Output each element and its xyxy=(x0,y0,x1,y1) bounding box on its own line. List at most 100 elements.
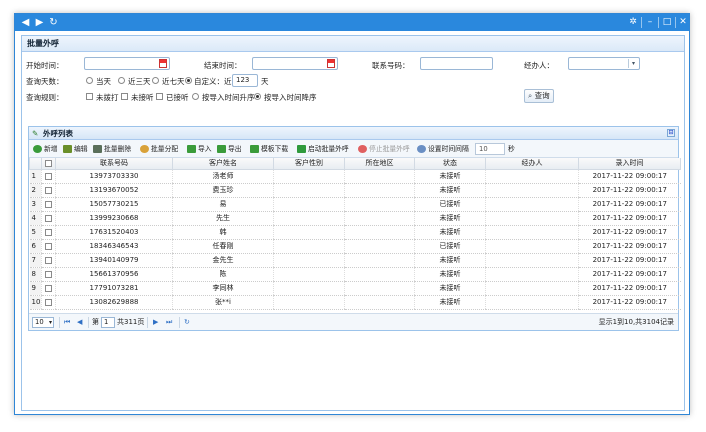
calendar-icon[interactable] xyxy=(327,59,335,68)
days-radio-custom[interactable] xyxy=(185,77,192,84)
cell-phone: 17631520403 xyxy=(55,225,173,240)
row-checkbox[interactable] xyxy=(45,186,52,194)
template-download-button[interactable]: 模板下载 xyxy=(249,142,288,156)
table-row[interactable]: 1 13973703330 汤老师 未接听 2017-11-22 09:00:17 xyxy=(29,169,681,184)
phone-input[interactable] xyxy=(420,57,493,70)
cell-agent xyxy=(485,253,579,268)
column-header[interactable]: 录入时间 xyxy=(578,158,681,170)
select-all-checkbox[interactable] xyxy=(45,159,52,167)
table-row[interactable]: 4 13999230668 先生 未接听 2017-11-22 09:00:17 xyxy=(29,211,681,226)
column-header[interactable]: 状态 xyxy=(414,158,486,170)
days-radio-today[interactable] xyxy=(86,77,93,84)
first-page-icon[interactable]: ⏮ xyxy=(64,318,70,327)
refresh-icon[interactable]: ↻ xyxy=(47,16,60,29)
calendar-icon[interactable] xyxy=(159,59,167,68)
cell-phone: 15661370956 xyxy=(55,267,173,282)
export-button[interactable]: 导出 xyxy=(216,142,242,156)
row-checkbox[interactable] xyxy=(45,228,52,236)
select-all-cell xyxy=(41,158,56,170)
days-option-label: 近三天 xyxy=(128,77,151,86)
prev-page-icon[interactable]: ◀ xyxy=(77,318,82,327)
export-icon xyxy=(217,145,226,153)
row-checkbox[interactable] xyxy=(45,214,52,222)
table-row[interactable]: 2 13193670052 费玉珍 未接听 2017-11-22 09:00:17 xyxy=(29,183,681,198)
cell-time: 2017-11-22 09:00:17 xyxy=(578,225,681,240)
forward-icon[interactable]: ▶ xyxy=(33,16,46,29)
row-checkbox[interactable] xyxy=(45,270,52,278)
days-radio-3[interactable] xyxy=(118,77,125,84)
cell-phone: 13193670052 xyxy=(55,183,173,198)
edit-button[interactable]: 编辑 xyxy=(62,142,88,156)
row-checkbox[interactable] xyxy=(45,256,52,264)
row-number: 1 xyxy=(29,169,42,184)
column-header[interactable]: 客户性别 xyxy=(273,158,345,170)
edit-icon xyxy=(63,145,72,153)
settings-icon[interactable]: ✲ xyxy=(627,16,639,29)
minimize-icon[interactable]: – xyxy=(644,16,656,29)
next-page-icon[interactable]: ▶ xyxy=(153,318,158,327)
page-number-input[interactable]: 1 xyxy=(101,317,115,328)
days-unit: 天 xyxy=(261,77,269,86)
order-radio-desc[interactable] xyxy=(254,93,261,100)
batch-assign-button[interactable]: 批量分配 xyxy=(139,142,178,156)
maximize-icon[interactable]: □ xyxy=(661,16,673,29)
rule-check-answered[interactable] xyxy=(156,93,163,100)
start-time-input[interactable] xyxy=(84,57,170,70)
rule-check-not-dialed[interactable] xyxy=(86,93,93,100)
query-form: 开始时间： 结束时间： 联系号码： 经办人： ▾ 查询天数： 当天 近三天 近七… xyxy=(22,52,684,122)
cell-status: 未接听 xyxy=(414,225,486,240)
set-interval-button[interactable]: 设置时间间隔 xyxy=(416,142,469,156)
table-row[interactable]: 5 17631520403 韩 未接听 2017-11-22 09:00:17 xyxy=(29,225,681,240)
column-header[interactable]: 联系号码 xyxy=(55,158,173,170)
rule-check-not-answered[interactable] xyxy=(121,93,128,100)
column-header[interactable]: 客户姓名 xyxy=(172,158,274,170)
cell-time: 2017-11-22 09:00:17 xyxy=(578,239,681,254)
query-button[interactable]: ⌕ 查询 xyxy=(524,89,554,103)
app-window: ◀ ▶ ↻ ✲ – □ ✕ 批量外呼 开始时间： 结束时间： 联系号码： 经办人… xyxy=(14,13,690,415)
column-header[interactable]: 经办人 xyxy=(485,158,579,170)
table-row[interactable]: 6 18346346543 任春刚 已接听 2017-11-22 09:00:17 xyxy=(29,239,681,254)
back-icon[interactable]: ◀ xyxy=(19,16,32,29)
row-checkbox[interactable] xyxy=(45,242,52,250)
row-number: 6 xyxy=(29,239,42,254)
custom-days-input[interactable]: 123 xyxy=(232,74,258,87)
stop-batch-call-button[interactable]: 停止批量外呼 xyxy=(357,142,410,156)
grid-toolbar: 新增 编辑 批量删除 批量分配 导入 导出 模板下载 启动批量外呼 停止批量外呼… xyxy=(29,140,678,158)
import-button[interactable]: 导入 xyxy=(186,142,212,156)
close-icon[interactable]: ✕ xyxy=(677,16,689,29)
table-row[interactable]: 10 13082629888 张**i 未接听 2017-11-22 09:00:17 xyxy=(29,295,681,310)
batch-assign-label: 批量分配 xyxy=(151,145,179,153)
last-page-icon[interactable]: ⏭ xyxy=(166,318,172,327)
cell-phone: 17791073281 xyxy=(55,281,173,296)
row-select-cell xyxy=(41,211,56,226)
batch-delete-label: 批量删除 xyxy=(104,145,132,153)
table-row[interactable]: 8 15661370956 陈 未接听 2017-11-22 09:00:17 xyxy=(29,267,681,282)
order-radio-asc[interactable] xyxy=(192,93,199,100)
collapse-icon[interactable]: ⊟ xyxy=(667,129,675,137)
row-checkbox[interactable] xyxy=(45,284,52,292)
start-batch-call-button[interactable]: 启动批量外呼 xyxy=(296,142,349,156)
page-size-select[interactable]: 10 ▾ xyxy=(32,317,54,328)
row-checkbox[interactable] xyxy=(45,200,52,208)
table-row[interactable]: 9 17791073281 李同林 未接听 2017-11-22 09:00:17 xyxy=(29,281,681,296)
table-row[interactable]: 7 13940140979 金先生 未接听 2017-11-22 09:00:17 xyxy=(29,253,681,268)
refresh-icon[interactable]: ↻ xyxy=(184,318,190,327)
row-select-cell xyxy=(41,295,56,310)
days-option-label: 近七天 xyxy=(162,77,185,86)
row-checkbox[interactable] xyxy=(45,298,52,306)
column-header[interactable]: 所在地区 xyxy=(344,158,415,170)
agent-select[interactable]: ▾ xyxy=(568,57,640,70)
days-radio-7[interactable] xyxy=(152,77,159,84)
grid-title-text: 外呼列表 xyxy=(43,129,73,138)
row-checkbox[interactable] xyxy=(45,172,52,180)
table-row[interactable]: 3 15057730215 易 已接听 2017-11-22 09:00:17 xyxy=(29,197,681,212)
stop-icon xyxy=(358,145,367,153)
chevron-down-icon[interactable]: ▾ xyxy=(628,59,638,68)
end-time-input[interactable] xyxy=(252,57,338,70)
edit-button-label: 编辑 xyxy=(74,145,88,153)
row-number: 2 xyxy=(29,183,42,198)
add-button[interactable]: 新增 xyxy=(32,142,58,156)
interval-unit: 秒 xyxy=(508,145,515,153)
cell-time: 2017-11-22 09:00:17 xyxy=(578,253,681,268)
batch-delete-button[interactable]: 批量删除 xyxy=(92,142,131,156)
